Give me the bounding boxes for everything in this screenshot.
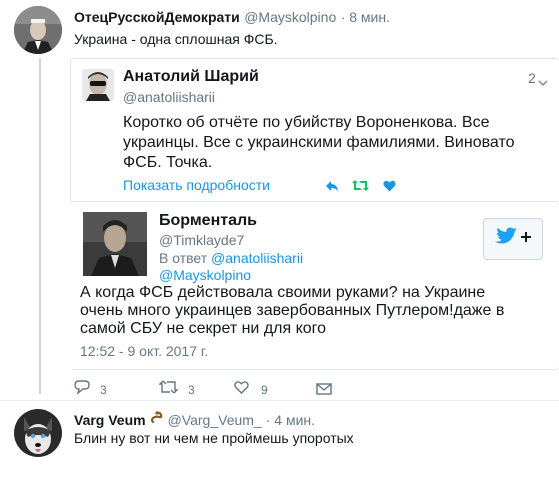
retweet-count: 3 <box>188 382 195 397</box>
avatar[interactable] <box>14 409 62 457</box>
quoted-name[interactable]: Анатолий Шарий <box>123 68 259 86</box>
reply-handle[interactable]: @Timklayde7 <box>159 232 244 248</box>
reply-icon[interactable] <box>325 180 339 192</box>
retweet-icon[interactable] <box>352 179 369 192</box>
tweet-text: Украина - одна сплошная ФСБ. <box>74 31 278 47</box>
chevron-down-icon[interactable] <box>538 74 548 92</box>
quoted-text-line: Коротко об отчёте по убийству Вороненков… <box>123 114 490 131</box>
in-reply-prefix: В ответ <box>159 250 208 266</box>
reply-to-link[interactable]: @anatoliisharii <box>211 250 303 266</box>
in-reply-to: В ответ @anatoliisharii @Mayskolpino <box>159 250 303 284</box>
like-count: 9 <box>261 383 268 397</box>
message-icon[interactable] <box>316 382 332 400</box>
quoted-text: Коротко об отчёте по убийству Вороненков… <box>123 113 515 173</box>
reply-action[interactable]: 3 <box>74 380 107 400</box>
reply-date[interactable]: 12:52 - 9 окт. 2017 г. <box>80 343 208 359</box>
snake-emoji-icon <box>150 410 164 429</box>
quoted-handle[interactable]: @anatoliisharii <box>123 89 215 105</box>
in-reply-line: В ответ @anatoliisharii <box>159 250 303 267</box>
avatar[interactable] <box>83 212 147 276</box>
avatar[interactable] <box>14 6 62 54</box>
bird-icon <box>494 227 518 252</box>
retweet-action[interactable]: 3 <box>158 380 195 399</box>
reply-text-line: самой СБУ не секрет ни для кого <box>80 320 327 337</box>
divider <box>0 400 559 401</box>
tweet-time[interactable]: · 8 мин. <box>341 9 390 25</box>
user-name[interactable]: ОтецРусскойДемократи <box>74 9 240 25</box>
quoted-time[interactable]: 2 <box>528 70 536 86</box>
plus-icon <box>520 230 532 248</box>
tweet-time[interactable]: · 4 мин. <box>266 412 315 428</box>
quoted-text-line: ФСБ. Точка. <box>123 154 213 171</box>
reply-text-line: А когда ФСБ действовала своими руками? н… <box>80 284 486 301</box>
like-action[interactable]: 9 <box>234 381 268 399</box>
quoted-text-line: украинцы. Все с украинскими фамилиями. В… <box>123 134 515 151</box>
tweet-header: ОтецРусскойДемократи @Mayskolpino · 8 ми… <box>74 9 390 27</box>
show-details-link[interactable]: Показать подробности <box>123 177 270 193</box>
reply-text: А когда ФСБ действовала своими руками? н… <box>80 284 504 338</box>
tweet-header: Varg Veum @Varg_Veum_ · 4 мин. <box>74 410 315 429</box>
heart-icon[interactable] <box>383 180 396 192</box>
reply-count: 3 <box>100 383 107 397</box>
heart-icon <box>234 381 249 399</box>
reply-text-line: очень много украинцев завербованных Путл… <box>80 302 505 319</box>
tweet-text: Блин ну вот ни чем не проймешь упоротых <box>74 430 354 446</box>
reply-to-link[interactable]: @Mayskolpino <box>159 267 303 284</box>
reply-name[interactable]: Борменталь <box>159 212 257 230</box>
thread-connector-line <box>39 58 41 394</box>
avatar[interactable] <box>82 69 114 101</box>
user-handle[interactable]: @Mayskolpino <box>244 9 336 25</box>
follow-button[interactable] <box>483 218 543 260</box>
retweet-icon <box>158 380 179 399</box>
user-handle[interactable]: @Varg_Veum_ <box>168 412 262 428</box>
reply-bubble-icon <box>74 380 90 400</box>
user-name[interactable]: Varg Veum <box>74 412 146 428</box>
